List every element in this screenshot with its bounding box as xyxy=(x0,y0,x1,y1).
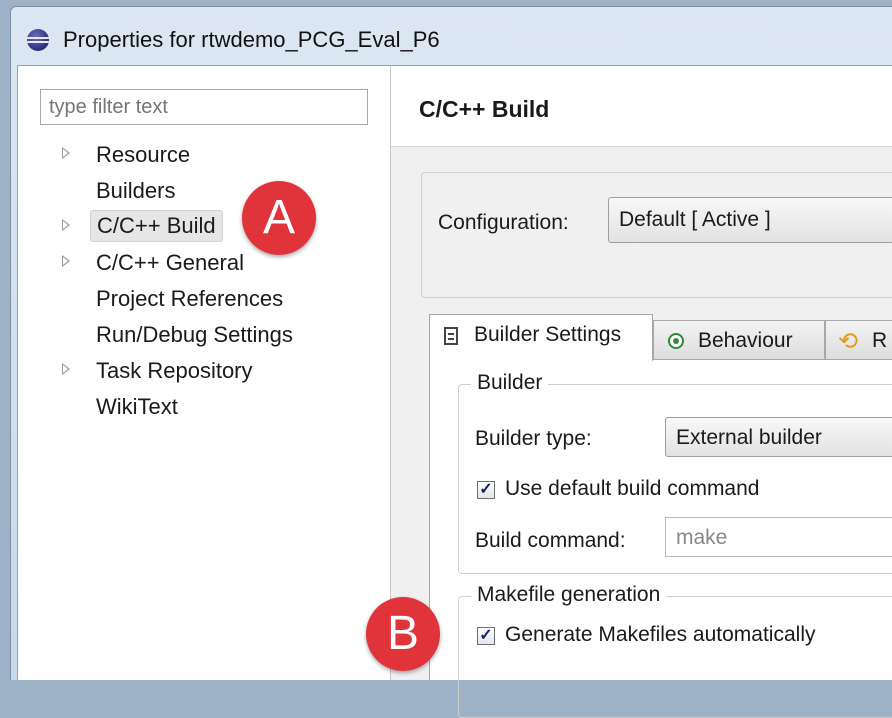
expand-arrow-icon[interactable] xyxy=(62,147,70,159)
filter-input[interactable] xyxy=(40,89,368,125)
tree-item-label: C/C++ General xyxy=(96,250,244,275)
tab-behaviour[interactable]: Behaviour xyxy=(653,320,825,360)
tree-item-label: Task Repository xyxy=(96,358,253,383)
build-command-label: Build command: xyxy=(475,529,626,552)
generate-makefiles-label: Generate Makefiles automatically xyxy=(505,623,816,646)
tab-builder-settings[interactable]: Builder Settings xyxy=(429,314,653,361)
navigation-pane: Resource Builders C/C++ Build C/C++ Gene… xyxy=(18,66,391,680)
builder-settings-panel: Builder Builder type: External builder ✓… xyxy=(429,359,892,718)
eclipse-icon xyxy=(27,29,49,51)
page-header: C/C++ Build xyxy=(391,66,892,147)
tree-item-label: Builders xyxy=(96,178,176,203)
build-command-value: make xyxy=(676,526,728,549)
configuration-group: Configuration: Default [ Active ] xyxy=(421,172,892,298)
builder-type-label: Builder type: xyxy=(475,427,592,450)
tab-label: Builder Settings xyxy=(474,323,622,346)
generate-makefiles-checkbox[interactable]: ✓ xyxy=(477,627,495,645)
builder-type-value: External builder xyxy=(676,426,822,449)
makefile-generation-legend: Makefile generation xyxy=(471,583,667,607)
builder-group-legend: Builder xyxy=(471,371,549,395)
tree-item-label: Resource xyxy=(96,142,191,167)
tab-bar: Builder Settings Behaviour ⟲ R xyxy=(429,314,892,361)
builder-type-select[interactable]: External builder xyxy=(665,417,892,457)
callout-b: B xyxy=(366,597,440,671)
list-icon xyxy=(444,327,458,345)
builder-group: Builder Builder type: External builder ✓… xyxy=(458,371,892,574)
makefile-generation-group: Makefile generation ✓ Generate Makefiles… xyxy=(458,583,892,718)
refresh-icon: ⟲ xyxy=(838,328,859,355)
expand-arrow-icon[interactable] xyxy=(62,255,70,267)
tab-label: R xyxy=(872,329,888,352)
expand-arrow-icon[interactable] xyxy=(62,219,70,231)
tab-label: Behaviour xyxy=(698,329,793,352)
dialog-content: Resource Builders C/C++ Build C/C++ Gene… xyxy=(17,65,892,718)
configuration-label: Configuration: xyxy=(438,211,569,234)
tab-refresh-policy[interactable]: ⟲ R xyxy=(825,320,892,360)
page-title: C/C++ Build xyxy=(419,96,550,122)
configuration-select[interactable]: Default [ Active ] xyxy=(608,197,892,243)
settings-pane: C/C++ Build Configuration: Default [ Act… xyxy=(391,66,892,718)
tree-item-label: C/C++ Build xyxy=(90,210,223,242)
configuration-value: Default [ Active ] xyxy=(619,208,771,231)
build-command-input[interactable]: make xyxy=(665,517,892,557)
tree-item-label: Run/Debug Settings xyxy=(96,322,293,347)
use-default-build-command-label: Use default build command xyxy=(505,477,760,500)
title-bar[interactable]: Properties for rtwdemo_PCG_Eval_P6 xyxy=(11,7,892,65)
callout-a: A xyxy=(242,181,316,255)
tree-item-label: Project References xyxy=(96,286,284,311)
tree-item-label: WikiText xyxy=(96,394,178,419)
window-title: Properties for rtwdemo_PCG_Eval_P6 xyxy=(63,27,440,52)
properties-window: Properties for rtwdemo_PCG_Eval_P6 Resou… xyxy=(10,6,892,718)
expand-arrow-icon[interactable] xyxy=(62,363,70,375)
radio-icon xyxy=(668,333,684,349)
use-default-build-command-checkbox[interactable]: ✓ xyxy=(477,481,495,499)
